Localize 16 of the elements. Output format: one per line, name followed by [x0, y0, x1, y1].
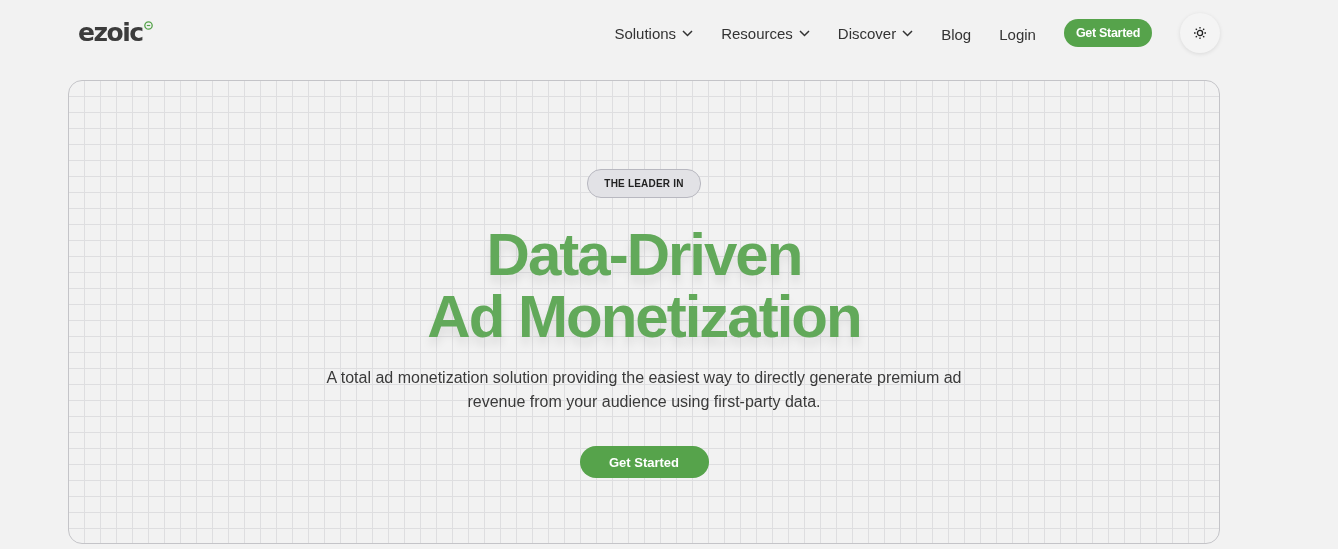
eyebrow-label: THE LEADER IN	[587, 169, 701, 198]
nav-link[interactable]: Blog	[941, 23, 972, 43]
hero-heading: Data-Driven	[485, 224, 803, 286]
nav-menu[interactable]: Resources	[721, 24, 810, 42]
nav-menu[interactable]: Discover	[837, 24, 914, 42]
sun-icon	[1193, 26, 1207, 40]
logo[interactable]: ezoic	[78, 21, 143, 45]
hero-description: A total ad monetization solution providing the easiest way to directly generate premium ad revenue from your audience using first-party data.	[325, 368, 963, 412]
hero-heading: Ad Monetization	[427, 286, 861, 348]
chevron-down-icon	[798, 29, 810, 37]
logo-mark-icon	[143, 21, 153, 30]
nav-menu[interactable]: Solutions	[614, 24, 694, 42]
chevron-down-icon	[902, 29, 914, 37]
chevron-down-icon	[682, 29, 694, 37]
nav-link[interactable]: Login	[999, 23, 1036, 43]
theme-toggle-button[interactable]	[1180, 13, 1220, 53]
